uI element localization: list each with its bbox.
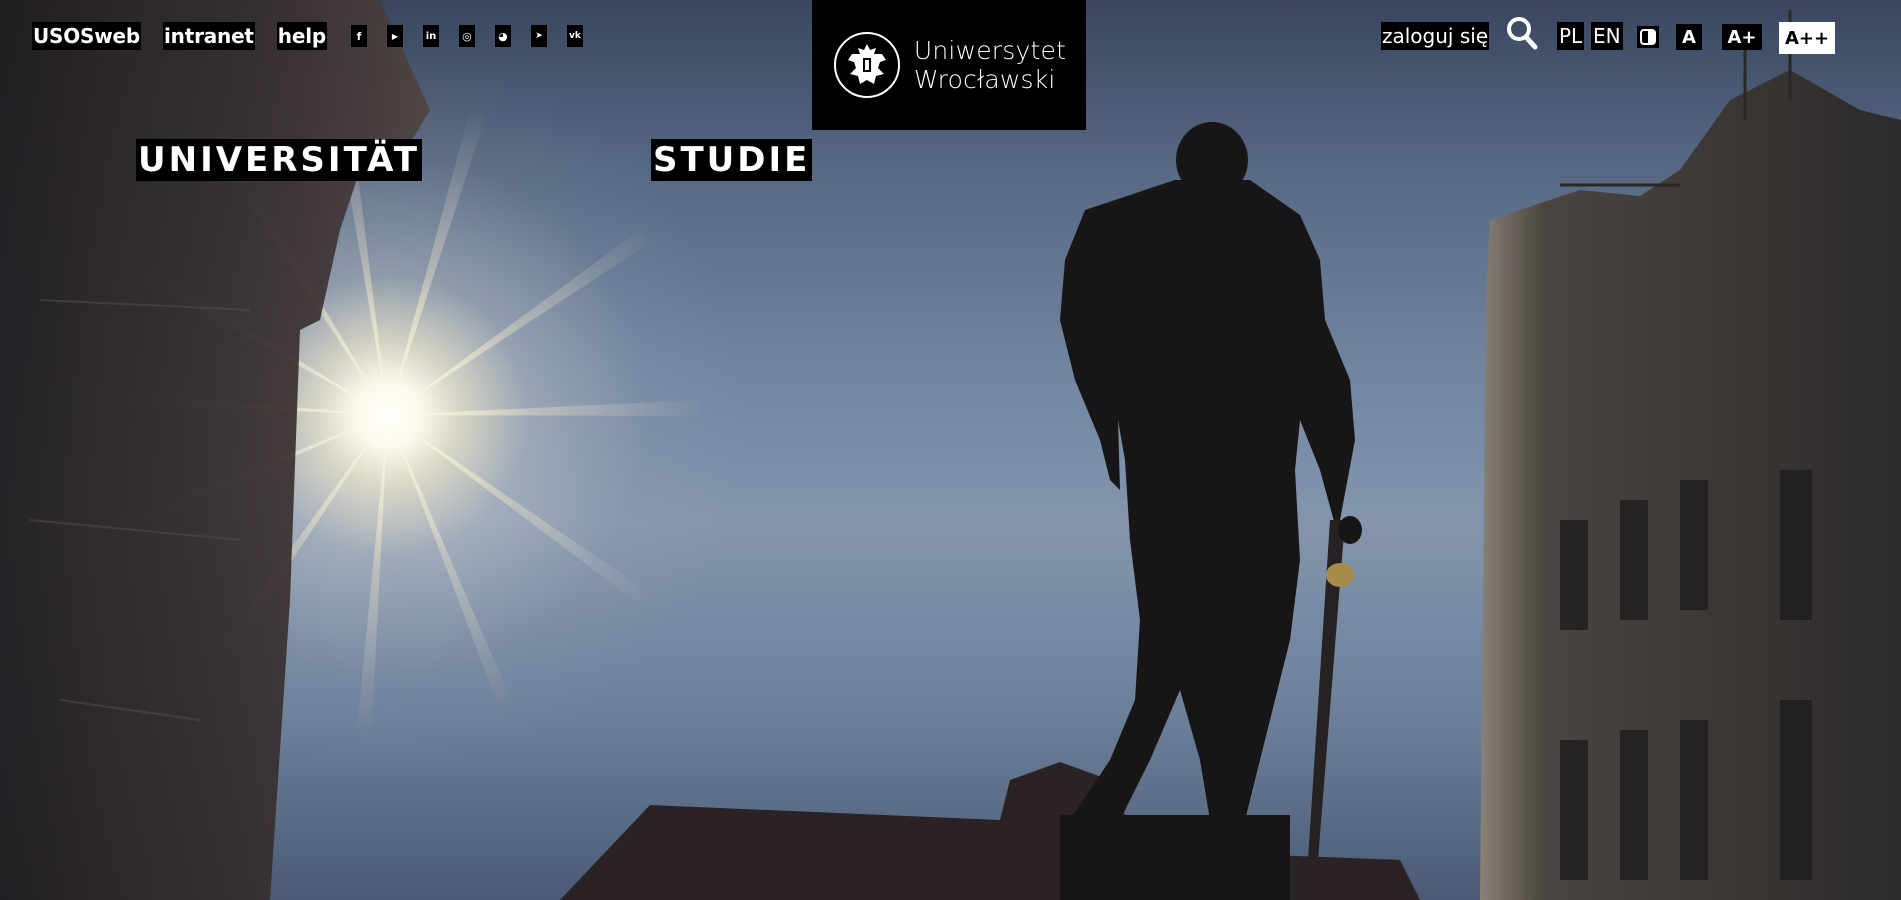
university-name-line2: Wrocławski — [913, 65, 1056, 94]
university-name-line1: Uniwersytet — [913, 36, 1067, 65]
language-en-link[interactable]: EN — [1591, 22, 1623, 50]
font-size-small-button[interactable]: A — [1676, 24, 1702, 50]
search-icon[interactable] — [1506, 16, 1538, 50]
login-link[interactable]: zaloguj się — [1381, 22, 1490, 50]
usosweb-link[interactable]: USOSweb — [32, 22, 142, 50]
utility-nav-left: USOSweb intranet help f ▶ in ◎ ◕ ➤ vk — [32, 22, 603, 50]
utility-nav-right: zaloguj się PL EN A A+ A++ — [1381, 17, 1901, 54]
linkedin-icon[interactable]: in — [422, 25, 439, 47]
vk-icon[interactable]: vk — [566, 25, 583, 47]
help-link[interactable]: help — [276, 22, 327, 50]
youtube-icon[interactable]: ▶ — [386, 25, 403, 47]
snapchat-icon[interactable]: ◕ — [494, 25, 511, 47]
language-pl-link[interactable]: PL — [1557, 22, 1585, 50]
university-eagle-emblem-icon — [833, 32, 900, 98]
telegram-icon[interactable]: ➤ — [530, 25, 547, 47]
hero-banner: USOSweb intranet help f ▶ in ◎ ◕ ➤ vk Un… — [0, 0, 1901, 900]
font-size-large-button[interactable]: A++ — [1779, 22, 1835, 54]
font-size-medium-button[interactable]: A+ — [1722, 24, 1762, 50]
nav-studie[interactable]: STUDIE — [651, 139, 813, 181]
cityscape-silhouette — [0, 0, 1901, 900]
intranet-link[interactable]: intranet — [163, 22, 255, 50]
contrast-icon[interactable] — [1637, 26, 1659, 48]
instagram-icon[interactable]: ◎ — [458, 25, 475, 47]
nav-universitat[interactable]: UNIVERSITÄT — [136, 139, 422, 181]
university-logo[interactable]: Uniwersytet Wrocławski — [812, 0, 1086, 130]
university-name: Uniwersytet Wrocławski — [914, 36, 1066, 94]
facebook-icon[interactable]: f — [350, 25, 367, 47]
